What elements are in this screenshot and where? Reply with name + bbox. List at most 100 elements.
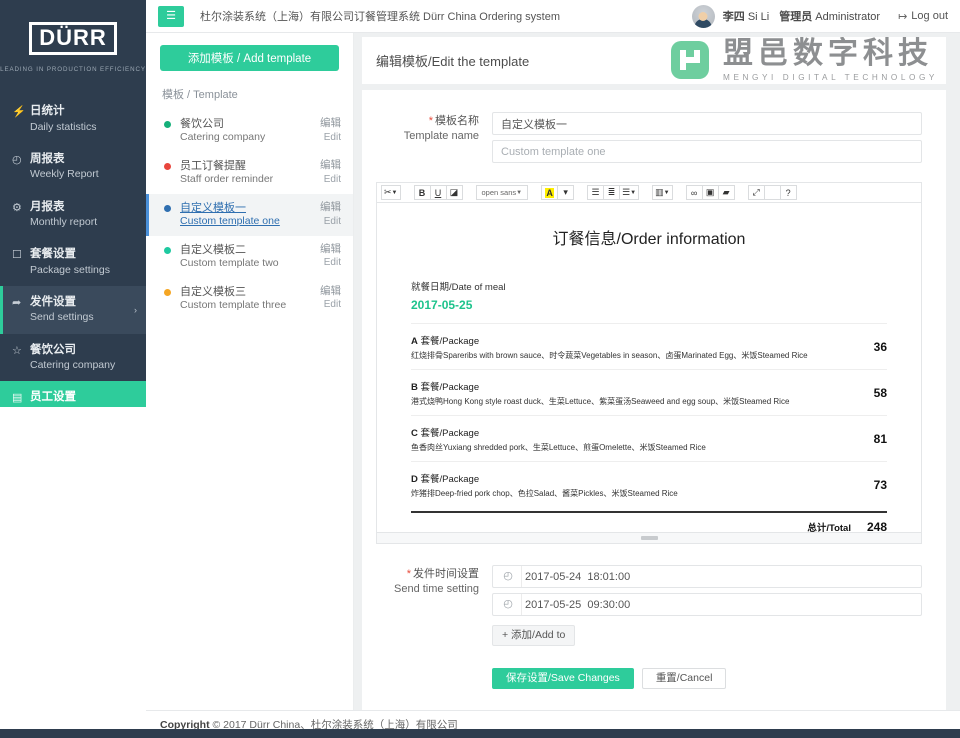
template-list-item[interactable]: 员工订餐提醒Staff order reminder 编辑Edit: [146, 152, 353, 194]
edit-label-cn: 编辑: [320, 201, 341, 215]
sidebar-item-monthly-report[interactable]: ⚙月报表Monthly report: [0, 191, 146, 239]
template-item-label-cn: 自定义模板二: [180, 243, 279, 257]
template-edit-link[interactable]: 编辑Edit: [320, 159, 341, 186]
template-list-item[interactable]: 自定义模板三Custom template three 编辑Edit: [146, 278, 353, 320]
chevron-right-icon: ›: [134, 305, 137, 315]
toolbar-group: ▥ ▼: [652, 185, 672, 200]
toolbar-group: ∞▣▰: [686, 185, 735, 200]
paragraph-format-button[interactable]: ☰ ▼: [619, 185, 639, 200]
template-name-en-input[interactable]: [492, 140, 922, 163]
users-icon: ▤: [12, 390, 30, 405]
template-list-heading: 模板 / Template: [162, 86, 353, 102]
template-list-item[interactable]: 自定义模板一Custom template one 编辑Edit: [146, 194, 353, 236]
watermark-cn: 盟邑数字科技: [723, 39, 938, 69]
template-edit-link[interactable]: 编辑Edit: [320, 117, 341, 144]
package-list: A 套餐/Package红烧排骨Spareribs with brown sau…: [411, 323, 887, 507]
send-time-input[interactable]: [492, 593, 922, 616]
save-button[interactable]: 保存设置/Save Changes: [492, 668, 634, 689]
panel-header: 编辑模板/Edit the template: [362, 37, 946, 84]
format-brush-icon[interactable]: ✂ ▼: [381, 185, 401, 200]
sidebar-item-text: 周报表Weekly Report: [30, 152, 99, 182]
page-title: 编辑模板/Edit the template: [376, 51, 529, 70]
topbar-right: 李四 Si Li 管理员 Administrator ↦ Log out: [692, 5, 948, 28]
underline-button[interactable]: U: [430, 185, 447, 200]
editor-content[interactable]: 订餐信息/Order information 就餐日期/Date of meal…: [376, 203, 922, 533]
package-items: 鱼香肉丝Yuxiang shredded pork、生菜Lettuce、煎蛋Om…: [411, 442, 862, 453]
insert-video-button[interactable]: ▰: [718, 185, 735, 200]
add-template-button[interactable]: 添加模板 / Add template: [160, 45, 339, 71]
meal-date-label: 就餐日期/Date of meal: [411, 279, 887, 293]
document-title: 订餐信息/Order information: [411, 225, 887, 249]
template-name-input[interactable]: [492, 112, 922, 135]
insert-image-button[interactable]: ▣: [702, 185, 719, 200]
logout-button[interactable]: ↦ Log out: [898, 10, 948, 23]
status-dot-icon: [164, 121, 171, 128]
template-item-label-cn: 员工订餐提醒: [180, 159, 273, 173]
template-edit-link[interactable]: 编辑Edit: [320, 285, 341, 312]
text-highlight-button[interactable]: A: [541, 185, 558, 200]
template-list-item[interactable]: 自定义模板二Custom template two编辑Edit: [146, 236, 353, 278]
template-item-label-cn: 自定义模板三: [180, 285, 286, 299]
template-name-label-cn: *模板名称: [362, 114, 479, 129]
toolbar-group: BU◪: [414, 185, 463, 200]
sidebar-item-daily-statistics[interactable]: ⚡日统计Daily statistics: [0, 95, 146, 143]
sidebar-item-weekly-report[interactable]: ◴周报表Weekly Report: [0, 143, 146, 191]
template-edit-link[interactable]: 编辑Edit: [320, 243, 341, 270]
help-button[interactable]: ?: [780, 185, 797, 200]
send-time-card: *发件时间设置 Send time setting ◴◴ + 添加/Add to…: [362, 545, 946, 710]
rich-text-editor: ✂ ▼ BU◪ open sans ▼ A▾ ☰≣☰ ▼ ▥ ▼ ∞▣▰ ⤢? 订餐信息/Or…: [362, 182, 946, 544]
sidebar-item-label-cn: 餐饮公司: [30, 343, 115, 359]
strikethrough-button[interactable]: ◪: [446, 185, 463, 200]
cancel-button[interactable]: 重置/Cancel: [642, 668, 727, 689]
table-button[interactable]: ▥ ▼: [652, 185, 672, 200]
chevron-down-icon: ▼: [664, 190, 670, 196]
insert-link-button[interactable]: ∞: [686, 185, 703, 200]
package-name: C 套餐/Package: [411, 425, 862, 439]
template-edit-link[interactable]: 编辑Edit: [320, 201, 341, 228]
source-code-button[interactable]: [764, 185, 781, 200]
send-time-row: *发件时间设置 Send time setting ◴◴ + 添加/Add to…: [362, 557, 946, 699]
package-items: 炸猪排Deep-fried pork chop、色拉Salad、酱菜Pickle…: [411, 488, 862, 499]
template-name-label: *模板名称 Template name: [362, 112, 492, 168]
template-item-text: 自定义模板一Custom template one: [180, 201, 280, 229]
resize-grip-icon: [641, 536, 658, 540]
activity-icon: ⚡: [12, 104, 30, 119]
gear-icon: ⚙: [12, 200, 30, 215]
package-info: C 套餐/Package 鱼香肉丝Yuxiang shredded pork、生菜…: [411, 425, 862, 453]
edit-label-en: Edit: [320, 215, 341, 228]
send-time-input[interactable]: [492, 565, 922, 588]
list-button[interactable]: ≣: [603, 185, 620, 200]
user-role: 管理员 Administrator: [779, 8, 880, 24]
package-label: 套餐/Package: [421, 382, 480, 393]
status-dot-icon: [164, 247, 171, 254]
send-time-field: ◴: [492, 593, 922, 616]
hamburger-icon[interactable]: ☰: [158, 6, 184, 27]
template-name-label-en: Template name: [362, 129, 479, 144]
sidebar-item-label-cn: 发件设置: [30, 295, 94, 311]
edit-label-en: Edit: [320, 173, 341, 186]
action-buttons: 保存设置/Save Changes 重置/Cancel: [492, 668, 922, 689]
sidebar-item-label-cn: 套餐设置: [30, 247, 110, 263]
field-divider: [521, 594, 522, 615]
avatar[interactable]: [692, 5, 715, 28]
toolbar-group: ☰≣☰ ▼: [587, 185, 639, 200]
fullscreen-button[interactable]: ⤢: [748, 185, 765, 200]
template-list-item[interactable]: 餐饮公司Catering company编辑Edit: [146, 110, 353, 152]
package-price: 73: [874, 478, 887, 492]
sidebar-item-label-en: Catering company: [30, 358, 115, 372]
font-family-select[interactable]: open sans ▼: [476, 185, 529, 200]
template-item-text: 自定义模板三Custom template three: [180, 285, 286, 313]
align-left-button[interactable]: ☰: [587, 185, 604, 200]
send-time-label-en: Send time setting: [362, 582, 479, 597]
sidebar-item-send-settings[interactable]: ➦发件设置Send settings›: [0, 286, 146, 334]
editor-resize-handle[interactable]: [376, 533, 922, 544]
highlight-color-caret[interactable]: ▾: [557, 185, 574, 200]
sidebar-item-catering-company[interactable]: ☆餐饮公司Catering company: [0, 334, 146, 382]
main-panel: 编辑模板/Edit the template: [354, 33, 960, 710]
sidebar-item-label-cn: 员工设置: [30, 390, 91, 406]
sidebar-item-package-settings[interactable]: ☐套餐设置Package settings: [0, 238, 146, 286]
bold-button[interactable]: B: [414, 185, 431, 200]
add-time-button[interactable]: + 添加/Add to: [492, 625, 575, 646]
edit-label-en: Edit: [320, 298, 341, 311]
template-item-label-en: Staff order reminder: [180, 173, 273, 187]
